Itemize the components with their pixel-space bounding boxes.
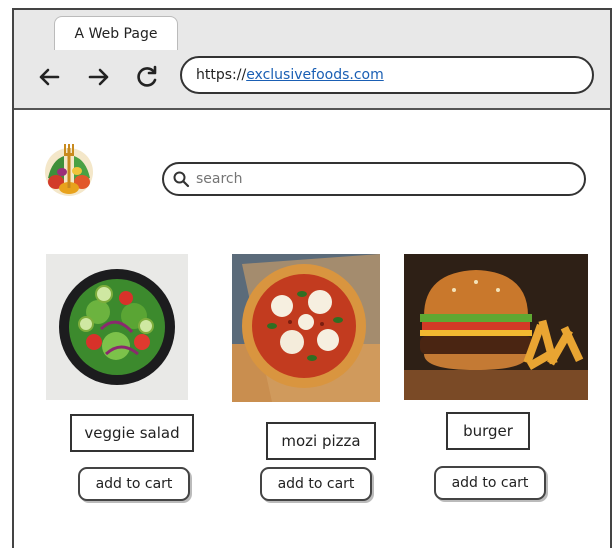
reload-button[interactable] — [132, 62, 162, 92]
url-prefix: https:// — [196, 67, 247, 83]
search-input[interactable] — [194, 170, 578, 188]
add-to-cart-label: add to cart — [277, 476, 355, 492]
burger-photo — [404, 254, 588, 400]
product-name-box: mozi pizza — [266, 422, 376, 460]
salad-photo — [46, 254, 188, 400]
fork-vegetables-logo-icon — [45, 144, 93, 196]
browser-chrome: A Web Page https:// exclusivefoods.com — [14, 10, 610, 110]
search-icon — [173, 171, 190, 188]
search-box[interactable] — [162, 162, 586, 196]
browser-window: A Web Page https:// exclusivefoods.com s… — [12, 8, 612, 548]
reload-icon — [137, 65, 157, 87]
add-to-cart-label: add to cart — [95, 476, 173, 492]
product-name-box: veggie salad — [70, 414, 194, 452]
product-name: burger — [463, 422, 513, 440]
back-button[interactable] — [34, 62, 64, 92]
product-name: veggie salad — [84, 424, 180, 442]
forward-arrow-icon — [88, 68, 109, 86]
pizza-image — [232, 254, 380, 402]
product-name: mozi pizza — [281, 432, 361, 450]
add-to-cart-button[interactable]: add to cart — [434, 466, 546, 500]
address-bar[interactable]: https:// exclusivefoods.com — [180, 56, 594, 94]
pizza-photo — [232, 254, 380, 402]
add-to-cart-button[interactable]: add to cart — [78, 467, 190, 501]
product-name-box: burger — [446, 412, 530, 450]
add-to-cart-label: add to cart — [451, 475, 529, 491]
back-arrow-icon — [39, 68, 60, 86]
site-logo[interactable] — [38, 138, 100, 200]
salad-image — [46, 254, 188, 400]
forward-button[interactable] — [84, 62, 114, 92]
url-link[interactable]: exclusivefoods.com — [246, 67, 384, 83]
add-to-cart-button[interactable]: add to cart — [260, 467, 372, 501]
browser-tab[interactable]: A Web Page — [54, 16, 178, 50]
burger-image — [404, 254, 588, 400]
